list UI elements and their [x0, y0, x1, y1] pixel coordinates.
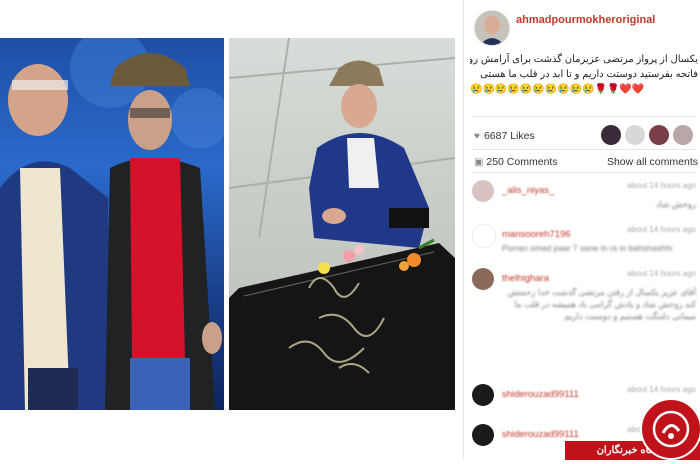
photo-two-men — [0, 38, 224, 410]
caption-line-2: فاتحه بفرستید دوستت داریم و تا ابد در قل… — [480, 69, 698, 80]
divider — [472, 172, 696, 173]
comment-text: Porran omad paar 7 sane in ra in bahshas… — [502, 243, 673, 253]
liker-avatar[interactable] — [673, 125, 693, 145]
show-all-comments-link[interactable]: Show all comments — [607, 156, 698, 168]
comment-item: _alis_niyas_ about 14 hours ago روحش شاد — [472, 180, 696, 218]
commenter-avatar[interactable] — [472, 268, 494, 290]
watermark-logo-icon — [640, 398, 700, 460]
comment-icon: ▣ — [474, 157, 484, 168]
post-header: ahmadpourmokheroriginal — [464, 0, 700, 46]
comment-time: about 14 hours ago — [627, 225, 696, 234]
caption-line-1: یکسال از پرواز مرتضی عزیزمان گذشت برای آ… — [470, 54, 698, 65]
username-link[interactable]: ahmadpourmokheroriginal — [516, 14, 655, 26]
divider — [472, 149, 696, 150]
liker-avatar[interactable] — [601, 125, 621, 145]
comment-time: about 14 hours ago — [627, 181, 696, 190]
commenter-name[interactable]: shiderouzad99111 — [502, 429, 579, 440]
likes-label: 6687 Likes — [483, 130, 535, 142]
comment-time: about 14 hours ago — [627, 385, 696, 394]
comments-count: 250 Comments — [486, 156, 558, 168]
user-avatar[interactable] — [474, 10, 510, 46]
caption-emojis: 😢😢😢😢😢😢😢😢😢😢🌹🌹❤️❤️ — [470, 84, 645, 95]
comments-bar: ▣ 250 Comments Show all comments — [474, 156, 698, 168]
comment-item: mansooreh7196 about 14 hours ago Porran … — [472, 224, 696, 262]
comment-item: thelhighara about 14 hours ago آقای عزیز… — [472, 268, 696, 378]
photo-grave-visit — [229, 38, 455, 410]
heart-icon: ♥ — [474, 130, 480, 142]
commenter-name[interactable]: _alis_niyas_ — [502, 185, 554, 196]
comment-text: روحش شاد — [655, 199, 696, 209]
liker-avatar[interactable] — [649, 125, 669, 145]
divider — [472, 116, 696, 117]
comment-text: آقای عزیز یکسال از رفتن مرتضی گذشت خدا ر… — [507, 287, 696, 321]
commenter-name[interactable]: thelhighara — [502, 273, 549, 284]
liker-avatars — [601, 125, 693, 145]
post-image[interactable] — [0, 0, 463, 460]
commenter-name[interactable]: mansooreh7196 — [502, 229, 571, 240]
commenter-avatar[interactable] — [472, 424, 494, 446]
commenter-avatar[interactable] — [472, 224, 496, 248]
post-sidebar: ahmadpourmokheroriginal یکسال از پرواز م… — [463, 0, 700, 460]
post-caption: یکسال از پرواز مرتضی عزیزمان گذشت برای آ… — [470, 52, 698, 97]
commenter-avatar[interactable] — [472, 180, 494, 202]
comment-time: about 14 hours ago — [627, 269, 696, 278]
commenter-avatar[interactable] — [472, 384, 494, 406]
likes-count[interactable]: ♥ 6687 Likes — [474, 130, 535, 142]
commenter-name[interactable]: shiderouzad99111 — [502, 389, 579, 400]
liker-avatar[interactable] — [625, 125, 645, 145]
